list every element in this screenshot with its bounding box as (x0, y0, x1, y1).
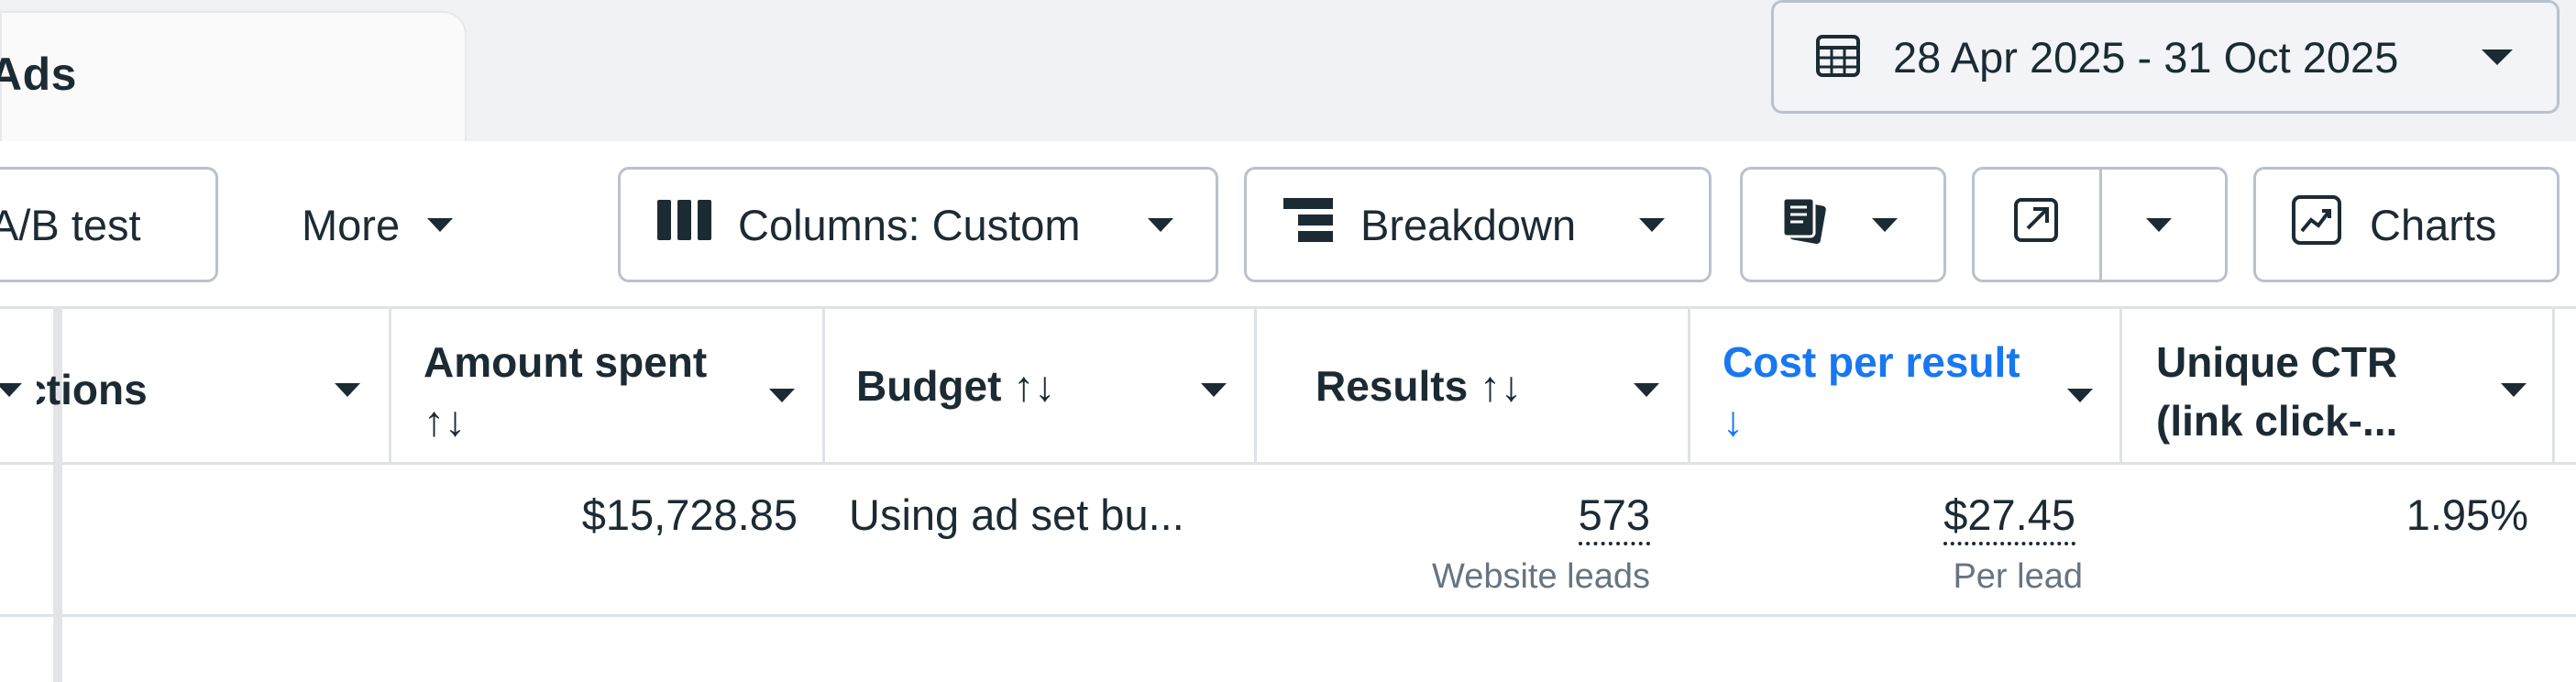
col-divider (1688, 306, 1690, 462)
more-button[interactable]: More (275, 167, 495, 282)
cell-cost-per-result-sub: Per lead (1953, 557, 2083, 596)
chevron-down-icon (1148, 217, 1173, 232)
cell-results[interactable]: 573 (1578, 490, 1650, 545)
column-header-results[interactable]: Results ↑↓ (1316, 357, 1522, 415)
col-divider (822, 306, 825, 462)
header-bottom-border (0, 462, 2576, 465)
sort-descending-icon: ↓ (1723, 397, 1744, 445)
date-range-label: 28 Apr 2025 - 31 Oct 2025 (1893, 32, 2399, 82)
ab-test-label: A/B test (0, 200, 141, 249)
charts-label: Charts (2370, 200, 2497, 249)
breakdown-label: Breakdown (1360, 200, 1577, 249)
reports-button[interactable] (1740, 167, 1946, 282)
charts-icon (2291, 194, 2342, 256)
column-header-unique-ctr-label: Unique CTR (2156, 338, 2398, 386)
columns-button[interactable]: Columns: Custom (618, 167, 1218, 282)
chevron-down-icon[interactable] (769, 389, 795, 402)
column-header-results-label: Results ↑↓ (1316, 362, 1522, 410)
chevron-down-icon[interactable] (335, 383, 360, 397)
column-header-unique-ctr-label-2: (link click-... (2156, 397, 2398, 445)
chevron-down-icon[interactable] (0, 383, 22, 397)
breakdown-icon (1283, 197, 1333, 252)
cell-unique-ctr: 1.95% (2405, 490, 2528, 539)
export-icon (2013, 197, 2059, 253)
reports-icon (1779, 194, 1831, 256)
cell-budget: Using ad set bu... (849, 490, 1184, 539)
table-top-border (0, 306, 2576, 309)
chevron-down-icon (1872, 217, 1898, 232)
chevron-down-icon[interactable] (1201, 383, 1227, 397)
cell-cost-per-result[interactable]: $27.45 (1943, 490, 2075, 545)
chevron-down-icon (427, 217, 454, 232)
column-header-cost-per-result[interactable]: Cost per result ↓ (1723, 333, 2020, 450)
columns-label: Columns: Custom (738, 200, 1081, 249)
column-header-budget-label: Budget ↑↓ (856, 362, 1056, 410)
chevron-down-icon (2482, 49, 2513, 65)
sort-icon: ↑↓ (424, 397, 466, 445)
col-divider (2552, 306, 2555, 462)
column-header-amount-spent[interactable]: Amount spent ↑↓ (424, 333, 707, 450)
ads-tab-label: Ads (0, 49, 77, 100)
ab-test-button[interactable]: A/B test (0, 167, 218, 282)
column-header-cost-per-result-label: Cost per result (1723, 338, 2020, 386)
breakdown-button[interactable]: Breakdown (1244, 167, 1712, 282)
col-divider (2119, 306, 2122, 462)
more-label: More (302, 200, 401, 249)
cell-amount-spent: $15,728.85 (581, 490, 798, 539)
chevron-down-icon[interactable] (2501, 383, 2526, 397)
row-bottom-border (0, 614, 2576, 617)
column-header-actions-label: Actions (37, 366, 148, 413)
chevron-down-icon (1639, 217, 1665, 232)
chevron-down-icon[interactable] (1634, 383, 1659, 397)
col-divider (389, 306, 391, 462)
chevron-down-icon[interactable] (2067, 389, 2093, 402)
column-header-amount-spent-label: Amount spent (424, 338, 708, 386)
export-button[interactable] (1972, 167, 2228, 282)
column-header-unique-ctr[interactable]: Unique CTR (link click-... (2156, 333, 2397, 450)
chevron-down-icon[interactable] (2146, 217, 2172, 232)
charts-button[interactable]: Charts (2253, 167, 2559, 282)
columns-icon (657, 199, 712, 250)
column-header-budget[interactable]: Budget ↑↓ (856, 357, 1055, 415)
calendar-icon (1814, 31, 1862, 83)
date-range-button[interactable]: 28 Apr 2025 - 31 Oct 2025 (1771, 0, 2559, 114)
cell-results-sub: Website leads (1432, 557, 1650, 596)
col-divider (1254, 306, 1257, 462)
column-header-actions[interactable]: Actions (37, 360, 339, 419)
split-divider (2099, 170, 2102, 280)
